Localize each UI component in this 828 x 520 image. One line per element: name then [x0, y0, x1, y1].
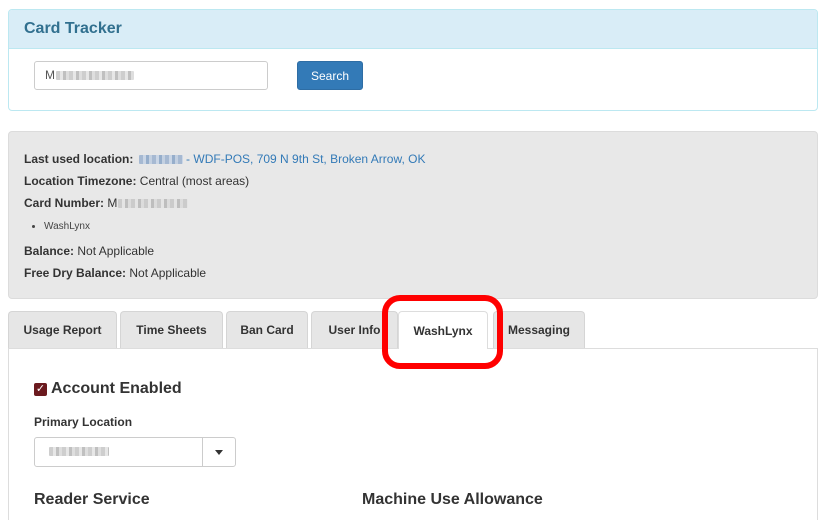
- balance-label: Balance:: [24, 244, 75, 258]
- primary-location-select[interactable]: [34, 437, 236, 467]
- timezone-value: Central (most areas): [139, 174, 250, 188]
- last-used-location-label: Last used location:: [24, 152, 134, 166]
- last-used-location-link[interactable]: - WDF-POS, 709 N 9th St, Broken Arrow, O…: [186, 152, 425, 166]
- card-tracker-panel: Card Tracker M Search: [8, 9, 818, 111]
- tab-usage-report[interactable]: Usage Report: [8, 311, 117, 348]
- account-enabled-label[interactable]: Account Enabled: [51, 380, 182, 398]
- tab-ban-card[interactable]: Ban Card: [226, 311, 308, 348]
- card-number-prefix: M: [107, 196, 118, 210]
- free-dry-balance-value: Not Applicable: [129, 266, 207, 280]
- redacted-card-number: [118, 199, 189, 209]
- free-dry-balance-row: Free Dry Balance: Not Applicable: [24, 262, 802, 284]
- account-enabled-checkbox[interactable]: ✓: [34, 383, 47, 396]
- tab-time-sheets[interactable]: Time Sheets: [120, 311, 223, 348]
- panel-heading: Card Tracker: [9, 10, 817, 49]
- dropdown-toggle[interactable]: [202, 438, 235, 466]
- card-number-label: Card Number:: [24, 196, 105, 210]
- redacted-location-value: [49, 447, 109, 456]
- search-input-value: M: [45, 68, 55, 82]
- primary-location-label: Primary Location: [34, 415, 133, 429]
- search-button[interactable]: Search: [297, 61, 363, 90]
- search-input[interactable]: M: [34, 61, 268, 90]
- card-feature-list: WashLynx: [24, 214, 802, 240]
- card-number-row: Card Number: M: [24, 192, 802, 214]
- timezone-label: Location Timezone:: [24, 174, 137, 188]
- checkmark-icon: ✓: [35, 383, 46, 395]
- balance-value: Not Applicable: [77, 244, 155, 258]
- balance-row: Balance: Not Applicable: [24, 240, 802, 262]
- highlight-annotation: [382, 295, 503, 369]
- redacted-card-number: [56, 71, 134, 81]
- chevron-down-icon: [215, 449, 223, 455]
- page-title: Card Tracker: [24, 20, 122, 37]
- tab-messaging[interactable]: Messaging: [493, 311, 585, 348]
- last-used-location-row: Last used location: - WDF-POS, 709 N 9th…: [24, 148, 802, 170]
- timezone-row: Location Timezone: Central (most areas): [24, 170, 802, 192]
- free-dry-balance-label: Free Dry Balance:: [24, 266, 127, 280]
- machine-use-allowance-heading: Machine Use Allowance: [362, 491, 543, 508]
- redacted-location-name: [138, 155, 183, 165]
- card-info-panel: Last used location: - WDF-POS, 709 N 9th…: [8, 131, 818, 299]
- reader-service-heading: Reader Service: [34, 491, 150, 508]
- list-item: WashLynx: [44, 214, 802, 240]
